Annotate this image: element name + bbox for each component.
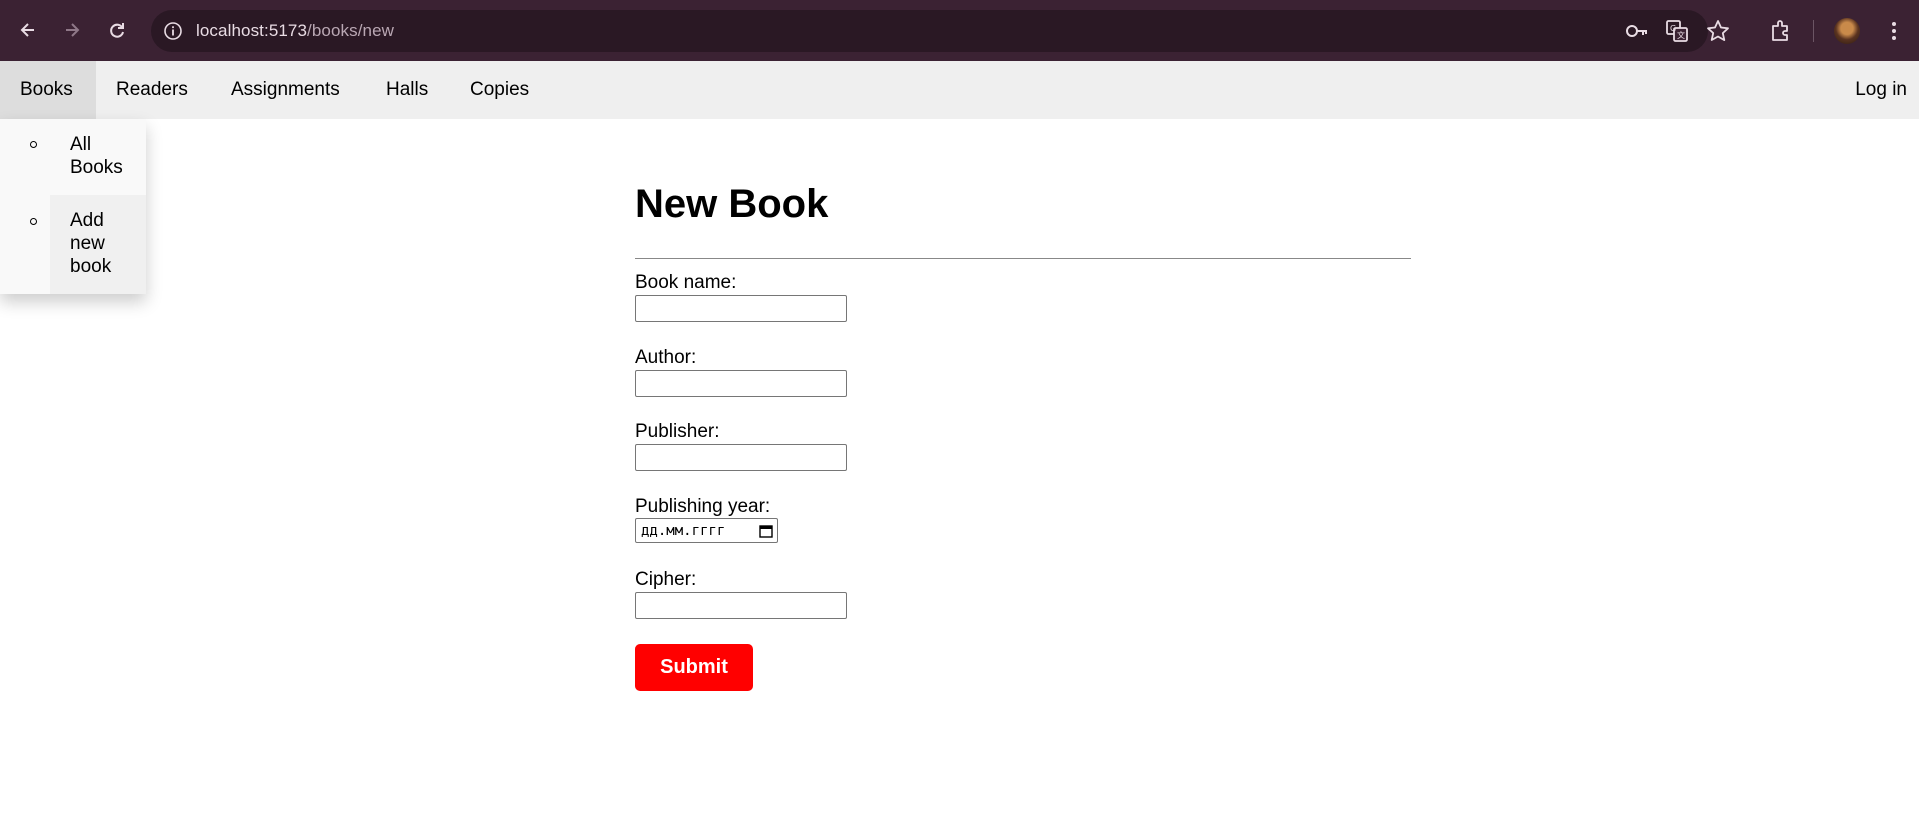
forward-icon[interactable] [57, 15, 87, 45]
title-divider [635, 258, 1411, 259]
cipher-label: Cipher: [635, 569, 697, 590]
date-placeholder: дд.мм.гггг [641, 522, 726, 539]
bullet-icon [30, 141, 37, 148]
dropdown-item-label-line: Books [70, 157, 123, 178]
translate-icon[interactable]: G文 [1664, 18, 1690, 44]
nav-item-copies[interactable]: Copies [450, 61, 549, 119]
dropdown-item-all-books[interactable]: All Books [50, 119, 146, 195]
profile-avatar[interactable] [1834, 18, 1860, 44]
bullet-icon [30, 218, 37, 225]
publisher-input[interactable] [635, 444, 847, 471]
nav-item-label: Copies [470, 79, 530, 100]
nav-item-assignments[interactable]: Assignments [211, 61, 360, 119]
address-bar[interactable]: localhost:5173/books/new [151, 10, 1708, 52]
nav-item-label: Assignments [231, 79, 340, 100]
dropdown-item-label-line: Add [70, 210, 104, 231]
bookmark-star-icon[interactable] [1705, 18, 1731, 44]
site-navbar: Books Readers Assignments Halls Copies L… [0, 61, 1919, 119]
dropdown-item-label-line: book [70, 256, 112, 277]
calendar-icon[interactable] [759, 524, 773, 538]
author-input[interactable] [635, 370, 847, 397]
svg-text:文: 文 [1677, 30, 1685, 40]
author-label: Author: [635, 347, 697, 368]
login-label: Log in [1855, 79, 1907, 100]
url-text: localhost:5173/books/new [196, 21, 394, 41]
nav-item-halls[interactable]: Halls [366, 61, 448, 119]
url-host: localhost:5173 [196, 21, 308, 40]
site-info-icon[interactable] [163, 21, 183, 41]
reload-icon[interactable] [102, 15, 132, 45]
back-icon[interactable] [13, 15, 43, 45]
publishing-year-date-input[interactable]: дд.мм.гггг [635, 518, 778, 543]
books-dropdown-menu: All Books Add new book [0, 119, 146, 294]
submit-button[interactable]: Submit [635, 644, 753, 691]
dropdown-item-label-line: new [70, 233, 105, 254]
nav-item-label: Books [20, 79, 73, 100]
nav-item-label: Readers [116, 79, 188, 100]
menu-icon[interactable] [1881, 18, 1907, 44]
extensions-icon[interactable] [1768, 18, 1794, 44]
svg-text:G: G [1670, 24, 1676, 33]
book-name-label: Book name: [635, 272, 737, 293]
page-title: New Book [635, 182, 829, 226]
dropdown-item-add-new-book[interactable]: Add new book [50, 195, 146, 294]
publishing-year-label: Publishing year: [635, 496, 771, 517]
nav-item-label: Halls [386, 79, 429, 100]
toolbar-separator [1813, 20, 1814, 42]
nav-item-readers[interactable]: Readers [96, 61, 208, 119]
book-name-input[interactable] [635, 295, 847, 322]
browser-toolbar: localhost:5173/books/new G文 [0, 0, 1919, 61]
cipher-input[interactable] [635, 592, 847, 619]
publisher-label: Publisher: [635, 421, 720, 442]
nav-item-books[interactable]: Books [0, 61, 96, 119]
login-link[interactable]: Log in [1855, 61, 1907, 119]
url-path: /books/new [307, 21, 395, 40]
dropdown-item-label-line: All [70, 134, 92, 155]
password-key-icon[interactable] [1624, 18, 1650, 44]
